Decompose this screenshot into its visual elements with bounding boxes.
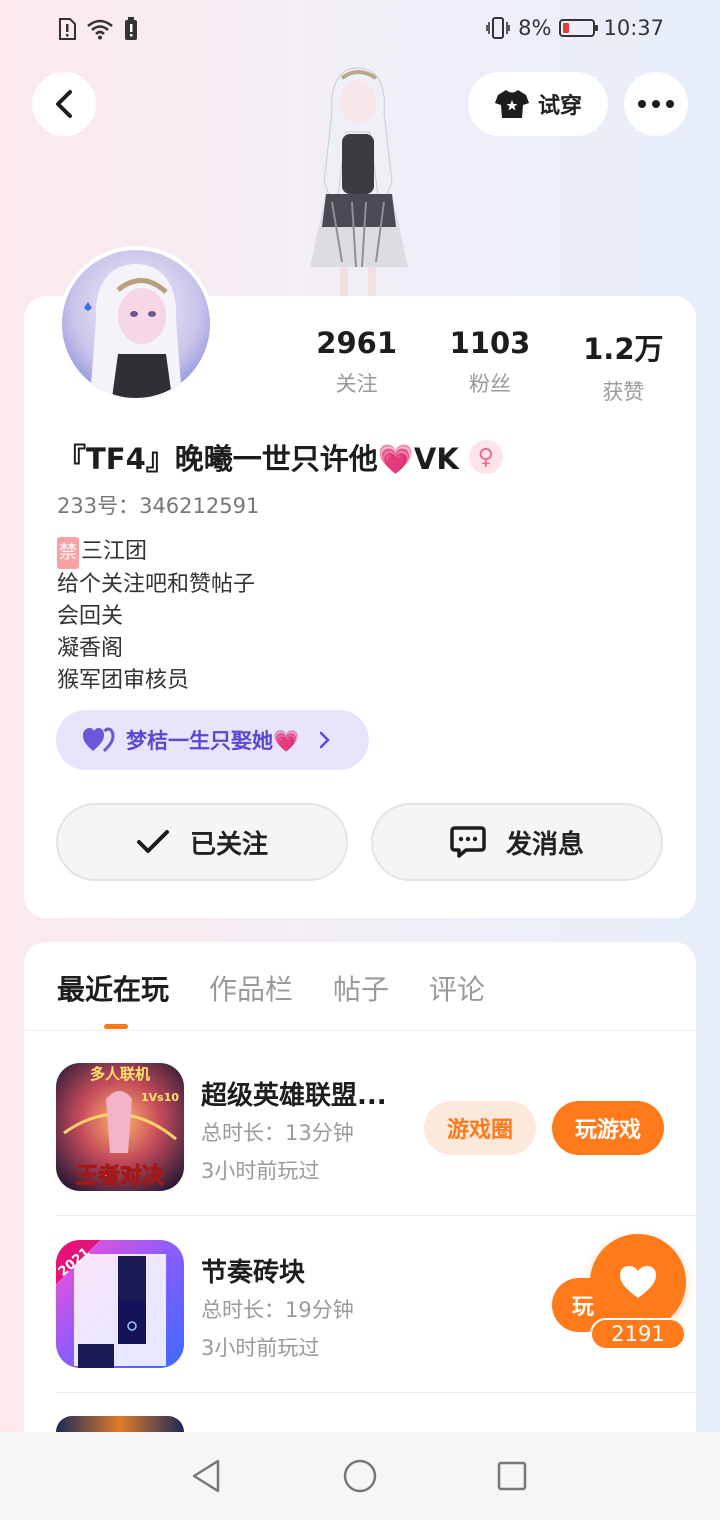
battery-percent: 8%	[518, 16, 552, 40]
nickname: 『TF4』晚曦一世只许他💗VK	[57, 442, 459, 476]
clock: 10:37	[603, 16, 664, 40]
chat-bubble-icon	[450, 826, 486, 858]
more-button[interactable]	[624, 72, 688, 136]
game-last-played: 3小时前玩过	[201, 1159, 320, 1183]
active-tab-indicator	[104, 1024, 128, 1029]
profile-tabs: 最近在玩 作品栏 帖子 评论	[57, 968, 485, 1008]
message-button[interactable]: 发消息	[371, 803, 663, 881]
back-button[interactable]	[32, 72, 96, 136]
avatar[interactable]	[58, 246, 214, 402]
stat-value: 2961	[316, 326, 398, 360]
row-divider	[56, 1392, 696, 1393]
battery-alert-icon	[125, 17, 137, 40]
row-divider	[56, 1215, 696, 1216]
bio-line: 禁三江团	[57, 536, 255, 569]
like-button[interactable]	[590, 1234, 686, 1330]
game-icon-text: 1Vs10	[141, 1091, 179, 1104]
try-on-label: 试穿	[537, 94, 582, 119]
vibrate-icon	[486, 17, 510, 39]
tabs-divider	[24, 1030, 696, 1031]
game-icon-super-hero[interactable]: 多人联机 1Vs10 王者对决	[56, 1063, 184, 1191]
heart-icon	[620, 1266, 656, 1298]
stat-likes[interactable]: 1.2万 获赞	[557, 326, 690, 406]
game-duration: 总时长：13分钟	[201, 1121, 354, 1145]
female-gender-icon: ♀	[468, 440, 503, 474]
stat-value: 1103	[449, 326, 531, 360]
stat-followers[interactable]: 1103 粉丝	[423, 326, 556, 406]
double-heart-icon	[83, 727, 115, 753]
chevron-right-icon	[319, 731, 330, 749]
game-title[interactable]: 超级英雄联盟...	[201, 1075, 387, 1112]
message-label: 发消息	[505, 829, 584, 860]
play-game-button[interactable]: 玩游戏	[552, 1101, 664, 1155]
stat-label: 粉丝	[468, 372, 511, 396]
stat-following[interactable]: 2961 关注	[290, 326, 423, 406]
game-row[interactable]: 多人联机 1Vs10 王者对决 超级英雄联盟... 总时长：13分钟 3小时前玩…	[56, 1063, 696, 1193]
bio-line: 猴军团审核员	[57, 668, 190, 693]
tshirt-icon	[494, 90, 529, 118]
chevron-left-icon	[56, 90, 72, 118]
try-on-button[interactable]: 试穿	[468, 72, 608, 136]
like-count: 2191	[590, 1318, 686, 1350]
tab-works[interactable]: 作品栏	[209, 968, 293, 1008]
stat-label: 获赞	[602, 380, 645, 404]
status-bar: 8% 10:37	[0, 0, 720, 60]
nickname-row: 『TF4』晚曦一世只许他💗VK ♀	[57, 436, 503, 478]
profile-stats: 2961 关注 1103 粉丝 1.2万 获赞	[290, 326, 690, 406]
bio-line: 凝香阁	[57, 636, 124, 661]
system-nav-bar	[0, 1432, 720, 1520]
game-circle-button[interactable]: 游戏圈	[424, 1101, 536, 1155]
battery-icon	[559, 19, 599, 37]
cp-relationship-pill[interactable]: 梦桔一生只娶她💗	[56, 710, 369, 770]
more-dots-icon	[638, 100, 674, 108]
game-icon-rhythm-tiles[interactable]: 2021	[56, 1240, 184, 1368]
ban-tag: 禁	[57, 537, 79, 569]
nav-back-icon[interactable]	[190, 1458, 222, 1494]
sim-alert-icon	[59, 18, 76, 40]
wifi-icon	[87, 19, 113, 40]
tab-recently-played[interactable]: 最近在玩	[57, 968, 169, 1008]
bio-line: 给个关注吧和赞帖子	[57, 572, 256, 597]
game-icon-partial[interactable]	[56, 1416, 184, 1432]
status-icons-right: 8% 10:37	[486, 16, 664, 40]
cp-label: 梦桔一生只娶她💗	[126, 729, 300, 753]
tab-posts[interactable]: 帖子	[333, 968, 389, 1008]
tab-comments[interactable]: 评论	[429, 968, 485, 1008]
game-icon-text: 多人联机	[90, 1065, 150, 1083]
stat-value: 1.2万	[583, 332, 664, 366]
bio-line: 会回关	[57, 604, 124, 629]
followed-label: 已关注	[189, 829, 268, 860]
game-title[interactable]: 节奏砖块	[201, 1252, 305, 1289]
status-icons-left	[58, 17, 138, 41]
game-duration: 总时长：19分钟	[201, 1298, 354, 1322]
bio: 禁三江团 给个关注吧和赞帖子 会回关 凝香阁 猴军团审核员	[57, 536, 255, 697]
game-icon-text: 王者对决	[76, 1163, 165, 1189]
avatar-3d-figure	[296, 62, 421, 298]
followed-button[interactable]: 已关注	[56, 803, 348, 881]
game-last-played: 3小时前玩过	[201, 1336, 320, 1360]
nav-home-icon[interactable]	[342, 1458, 378, 1494]
check-icon	[136, 830, 169, 853]
user-id: 233号：346212591	[57, 494, 260, 518]
stat-label: 关注	[335, 372, 378, 396]
nav-recents-icon[interactable]	[496, 1458, 528, 1494]
